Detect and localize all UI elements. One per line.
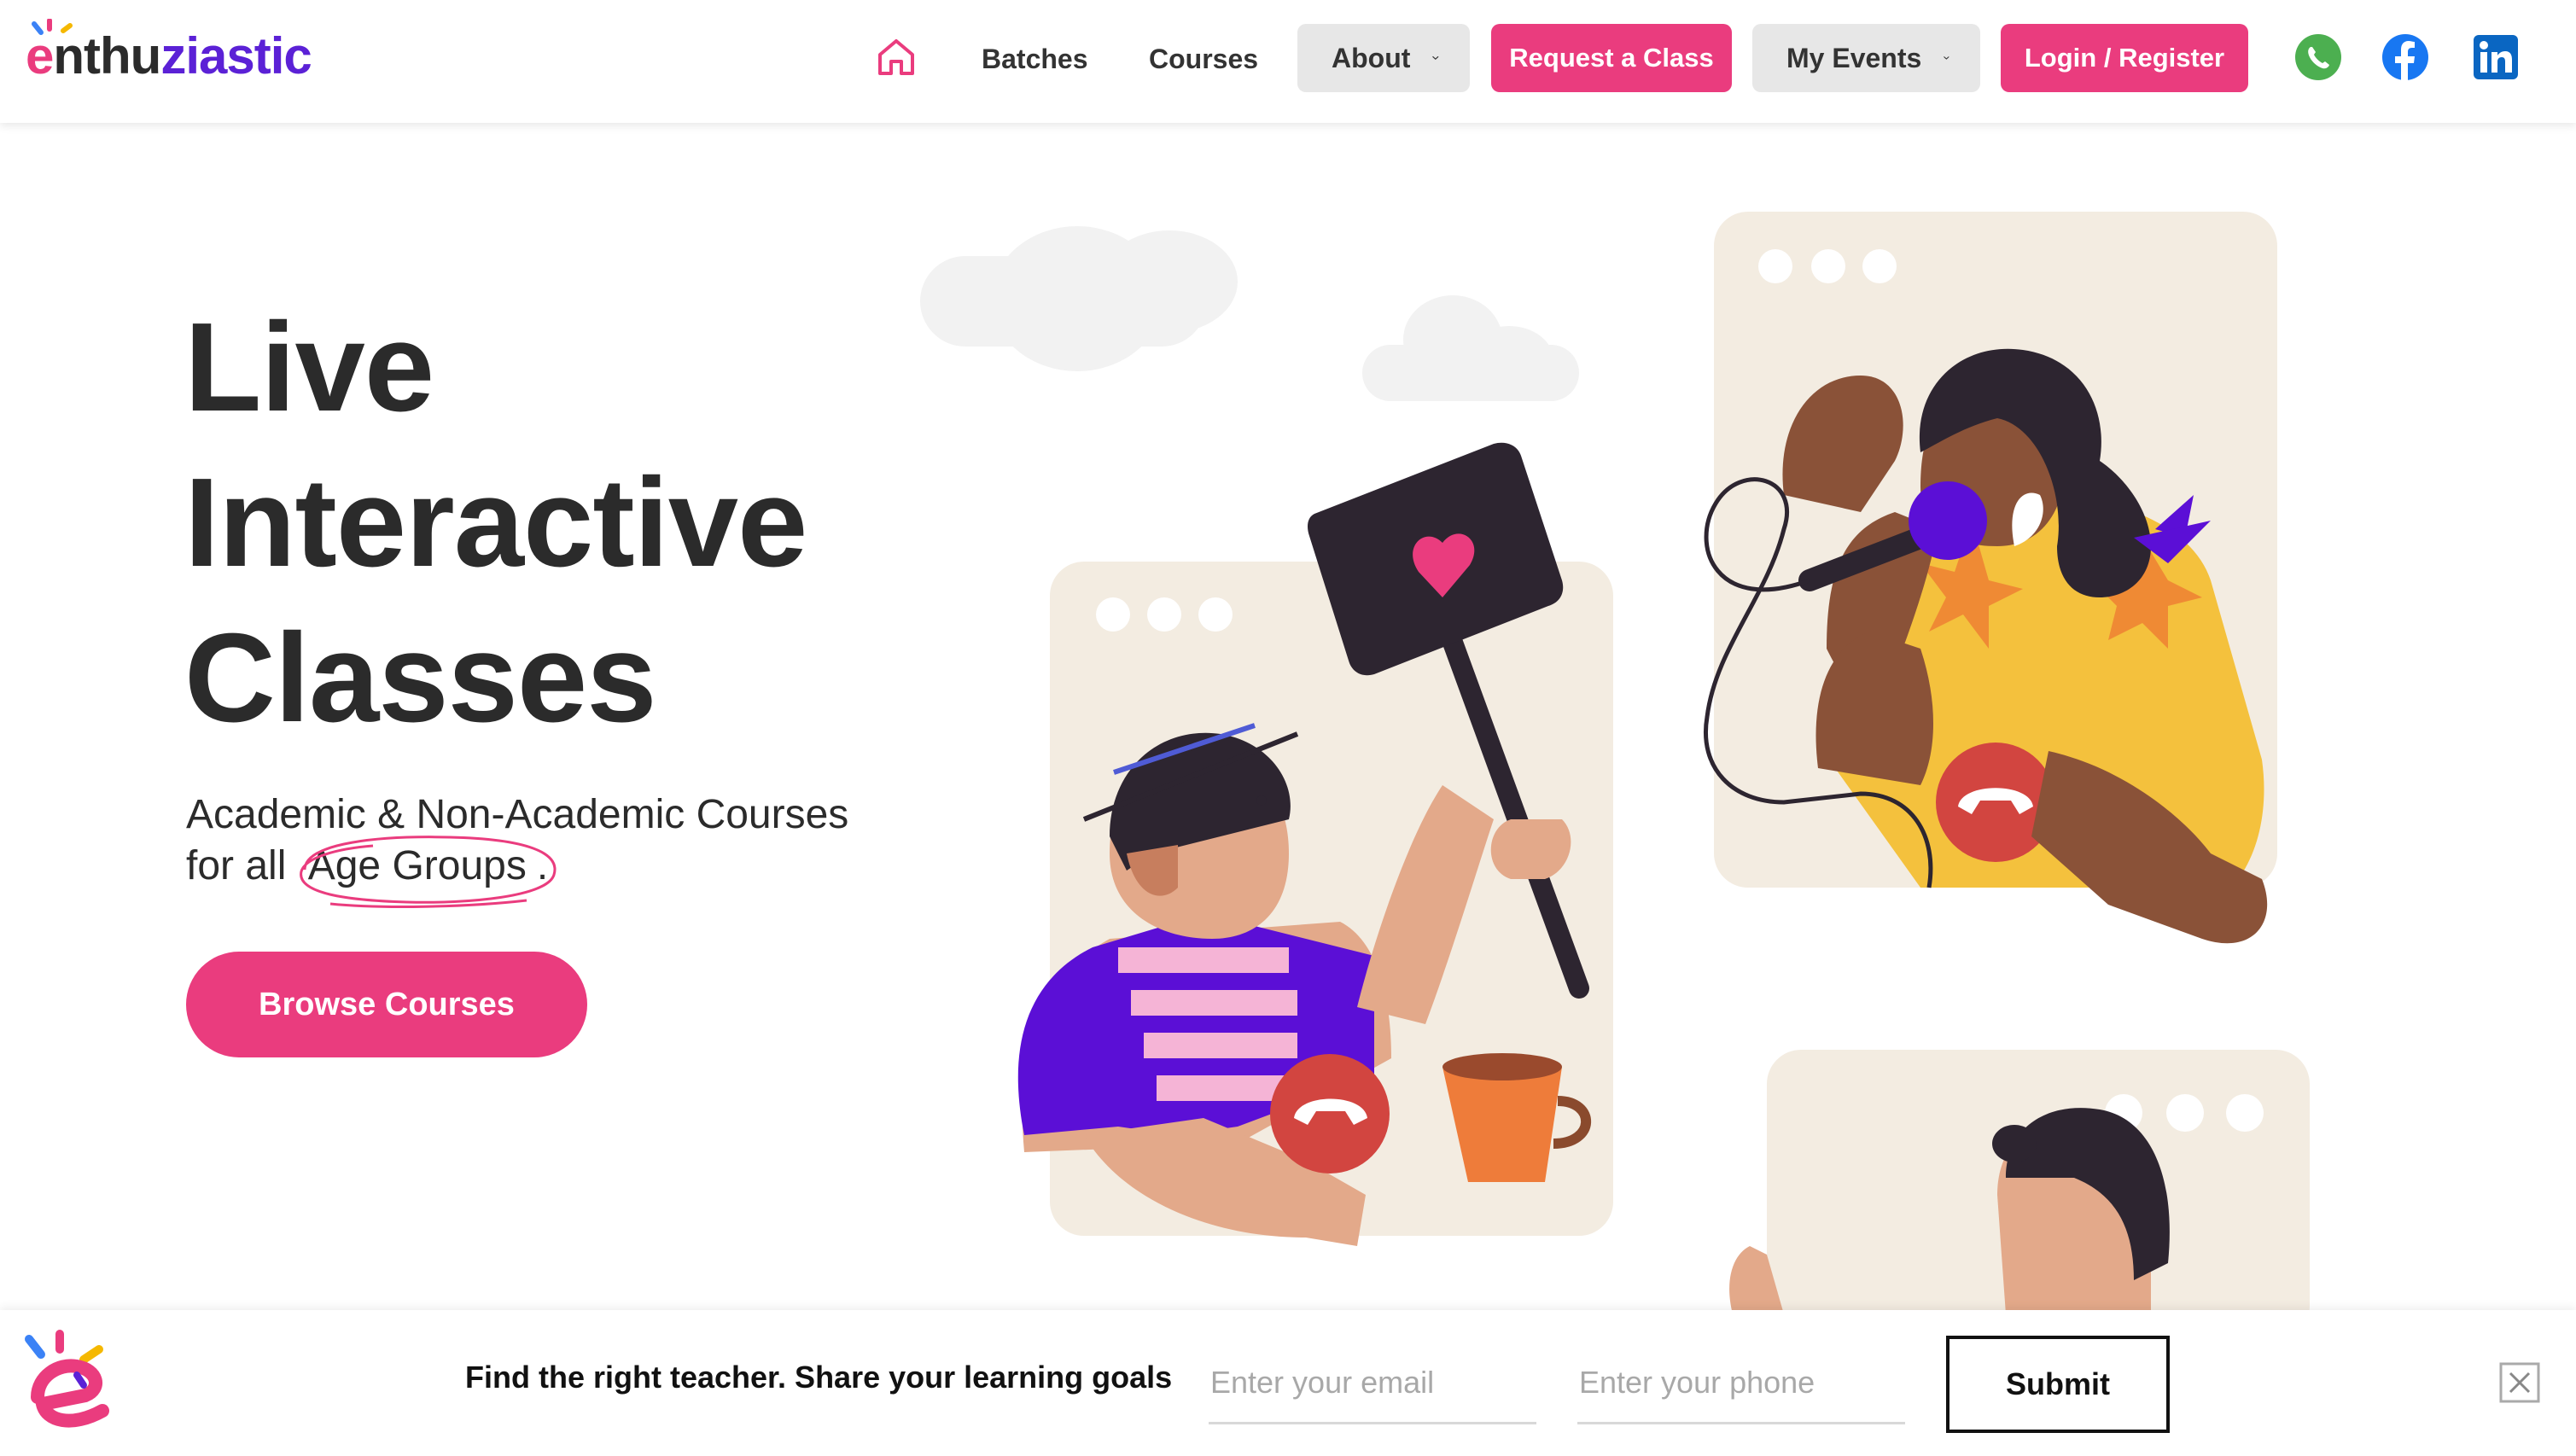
enthuziastic-logo[interactable]: enthuziastic: [26, 19, 312, 89]
linkedin-icon[interactable]: [2471, 32, 2521, 82]
nav-my-events-label: My Events: [1786, 42, 1922, 73]
lead-prompt-text: Find the right teacher. Share your learn…: [465, 1360, 1173, 1395]
submit-button[interactable]: Submit: [1946, 1336, 2170, 1433]
hero-illustration: [920, 212, 2310, 1314]
hero-title-line-2: Interactive: [184, 452, 807, 593]
nav-about-label: About: [1332, 42, 1411, 73]
lead-capture-bar: Find the right teacher. Share your learn…: [0, 1310, 2576, 1456]
phone-field[interactable]: [1577, 1342, 1905, 1424]
hero-title-line-3: Classes: [184, 608, 657, 748]
browse-courses-button[interactable]: Browse Courses: [186, 952, 587, 1057]
nav-batches-link[interactable]: Batches: [982, 26, 1088, 92]
hero-subtitle: Academic & Non-Academic Courses for all …: [186, 789, 954, 908]
hero-title-line-1: Live: [184, 297, 434, 438]
enthuziastic-mini-logo-icon: [25, 1330, 109, 1428]
request-a-class-button[interactable]: Request a Class: [1491, 24, 1732, 92]
nav-about-dropdown[interactable]: About: [1297, 24, 1470, 92]
nav-courses-link[interactable]: Courses: [1149, 26, 1258, 92]
login-register-button[interactable]: Login / Register: [2001, 24, 2248, 92]
hero-title: Live Interactive Classes: [184, 290, 953, 756]
facebook-icon[interactable]: [2381, 32, 2430, 82]
whatsapp-icon[interactable]: [2293, 32, 2343, 82]
hand-drawn-circle-icon: [299, 836, 557, 908]
top-navigation-bar: enthuziastic Batches Courses About Reque…: [0, 0, 2576, 123]
logo-part-ziastic: ziastic: [160, 27, 312, 84]
chevron-down-icon: [1944, 56, 1949, 60]
age-groups-highlight: Age Groups: [298, 836, 557, 908]
cloud-icon: [1362, 295, 1579, 401]
home-icon[interactable]: [875, 36, 918, 79]
close-icon[interactable]: [2499, 1362, 2540, 1403]
nav-my-events-dropdown[interactable]: My Events: [1752, 24, 1980, 92]
cloud-icon: [920, 226, 1238, 371]
logo-sparkle-icon: [32, 19, 73, 35]
chevron-down-icon: [1432, 55, 1439, 60]
email-field[interactable]: [1209, 1342, 1536, 1424]
